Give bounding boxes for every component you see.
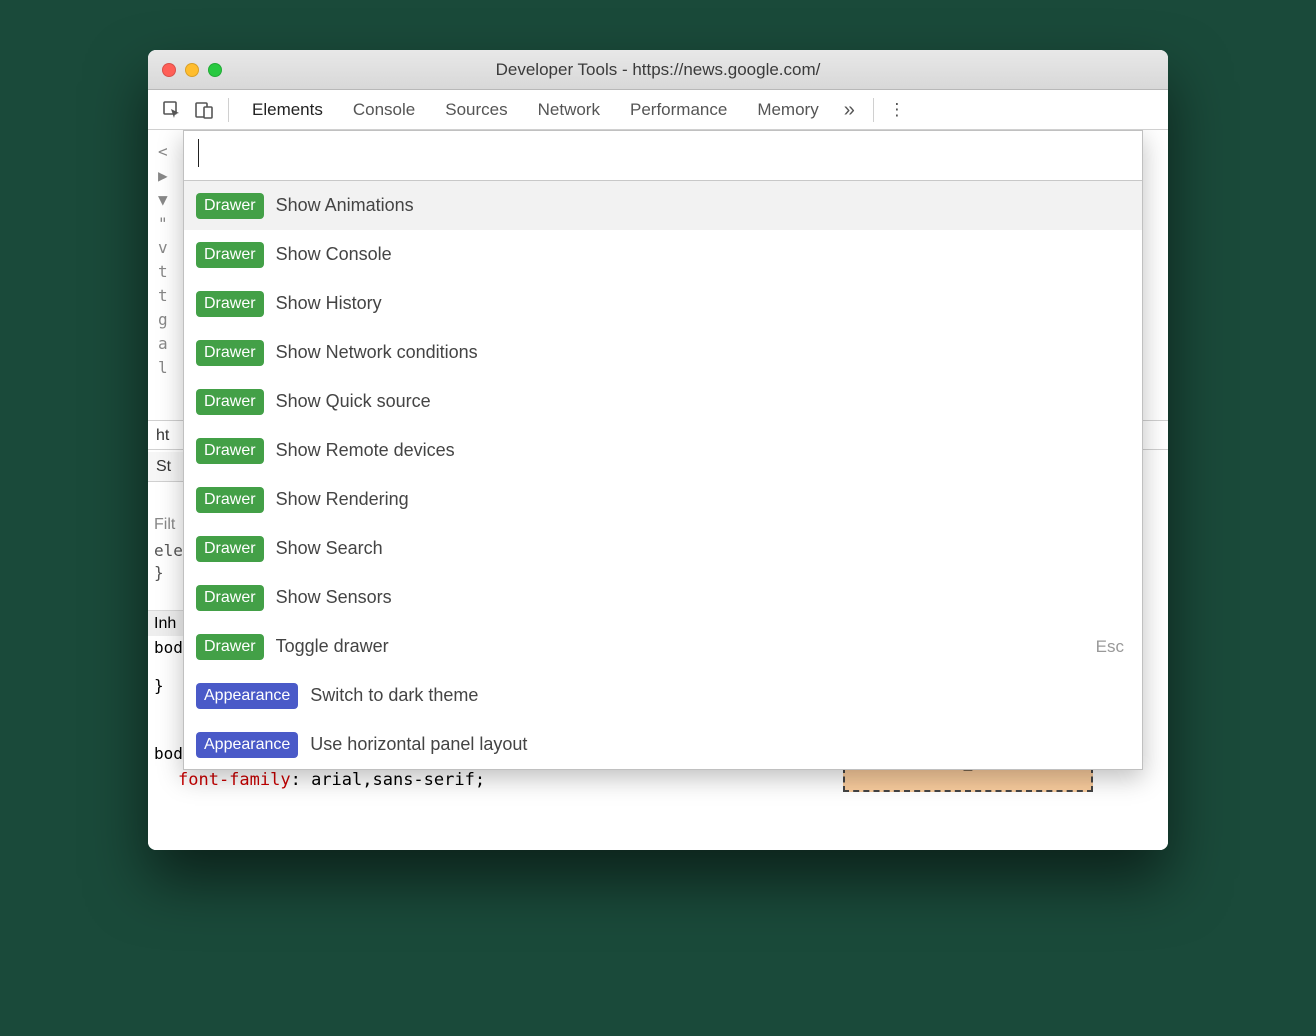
css-declaration: font-family: arial,sans-serif; [178, 770, 485, 790]
command-menu-item[interactable]: Drawer Show Console [184, 230, 1142, 279]
drawer-badge: Drawer [196, 438, 264, 464]
command-menu-item-label: Show Search [276, 538, 1130, 559]
filter-label-fragment: Filt [148, 512, 188, 538]
drawer-badge: Drawer [196, 585, 264, 611]
command-menu-item-label: Show Console [276, 244, 1130, 265]
css-value: arial,sans-serif; [311, 770, 485, 790]
command-menu-item-label: Show Network conditions [276, 342, 1130, 363]
body-rule-fragment-1: bod } [154, 638, 183, 695]
command-menu-item[interactable]: Drawer Show Quick source [184, 377, 1142, 426]
tab-performance[interactable]: Performance [617, 90, 740, 130]
command-menu-item-label: Use horizontal panel layout [310, 734, 1130, 755]
main-toolbar: Elements Console Sources Network Perform… [148, 90, 1168, 130]
window-title: Developer Tools - https://news.google.co… [148, 60, 1168, 80]
appearance-badge: Appearance [196, 683, 298, 709]
command-menu-item-label: Show Animations [276, 195, 1130, 216]
workarea: < ▶ ▼ " v t t g a l ht St Filt ele } Inh… [148, 130, 1168, 850]
appearance-badge: Appearance [196, 732, 298, 758]
command-menu-item-label: Show Sensors [276, 587, 1130, 608]
command-menu-item[interactable]: Drawer Show Search [184, 524, 1142, 573]
tab-elements[interactable]: Elements [239, 90, 336, 130]
minimize-window-button[interactable] [185, 63, 199, 77]
command-menu-item[interactable]: Appearance Switch to dark theme [184, 671, 1142, 720]
body-rule-fragment-2: bod [154, 744, 183, 763]
close-window-button[interactable] [162, 63, 176, 77]
css-property: font-family [178, 770, 291, 790]
command-menu-item-label: Show History [276, 293, 1130, 314]
drawer-badge: Drawer [196, 487, 264, 513]
drawer-badge: Drawer [196, 536, 264, 562]
drawer-badge: Drawer [196, 291, 264, 317]
command-menu-item-label: Toggle drawer [276, 636, 1084, 657]
command-menu-item[interactable]: Drawer Show Remote devices [184, 426, 1142, 475]
command-menu-item-label: Show Rendering [276, 489, 1130, 510]
command-menu: DrawerShow AnimationsDrawerShow ConsoleD… [183, 130, 1143, 770]
toolbar-separator [228, 98, 229, 122]
command-menu-input-row[interactable] [184, 131, 1142, 181]
tabs-overflow-button[interactable]: » [836, 90, 863, 130]
tab-console[interactable]: Console [340, 90, 428, 130]
element-rule-fragment: ele } [154, 540, 183, 584]
dom-tree-fragment: < ▶ ▼ " v t t g a l [158, 140, 168, 380]
device-toolbar-icon[interactable] [190, 96, 218, 124]
tab-sources[interactable]: Sources [432, 90, 520, 130]
drawer-badge: Drawer [196, 242, 264, 268]
inspect-element-icon[interactable] [158, 96, 186, 124]
traffic-lights [148, 63, 222, 77]
command-menu-item[interactable]: Drawer Show Rendering [184, 475, 1142, 524]
drawer-badge: Drawer [196, 634, 264, 660]
zoom-window-button[interactable] [208, 63, 222, 77]
devtools-window: Developer Tools - https://news.google.co… [148, 50, 1168, 850]
settings-menu-icon[interactable]: ⋮ [884, 100, 910, 120]
command-menu-item-label: Show Quick source [276, 391, 1130, 412]
command-menu-item-label: Switch to dark theme [310, 685, 1130, 706]
drawer-badge: Drawer [196, 340, 264, 366]
command-menu-item[interactable]: Drawer Show Network conditions [184, 328, 1142, 377]
tab-memory[interactable]: Memory [744, 90, 831, 130]
command-menu-item[interactable]: Drawer Show Animations [184, 181, 1142, 230]
drawer-badge: Drawer [196, 389, 264, 415]
command-menu-item-label: Show Remote devices [276, 440, 1130, 461]
command-menu-item[interactable]: Drawer Toggle drawer Esc [184, 622, 1142, 671]
inherited-label-fragment: Inh [148, 610, 188, 636]
command-menu-list: DrawerShow AnimationsDrawerShow ConsoleD… [184, 181, 1142, 769]
tab-network[interactable]: Network [525, 90, 613, 130]
toolbar-separator [873, 98, 874, 122]
command-menu-item[interactable]: Appearance Use horizontal panel layout [184, 720, 1142, 769]
keyboard-shortcut: Esc [1096, 637, 1130, 657]
command-menu-item[interactable]: Drawer Show History [184, 279, 1142, 328]
command-menu-item[interactable]: Drawer Show Sensors [184, 573, 1142, 622]
titlebar: Developer Tools - https://news.google.co… [148, 50, 1168, 90]
drawer-badge: Drawer [196, 193, 264, 219]
text-caret [198, 139, 199, 167]
